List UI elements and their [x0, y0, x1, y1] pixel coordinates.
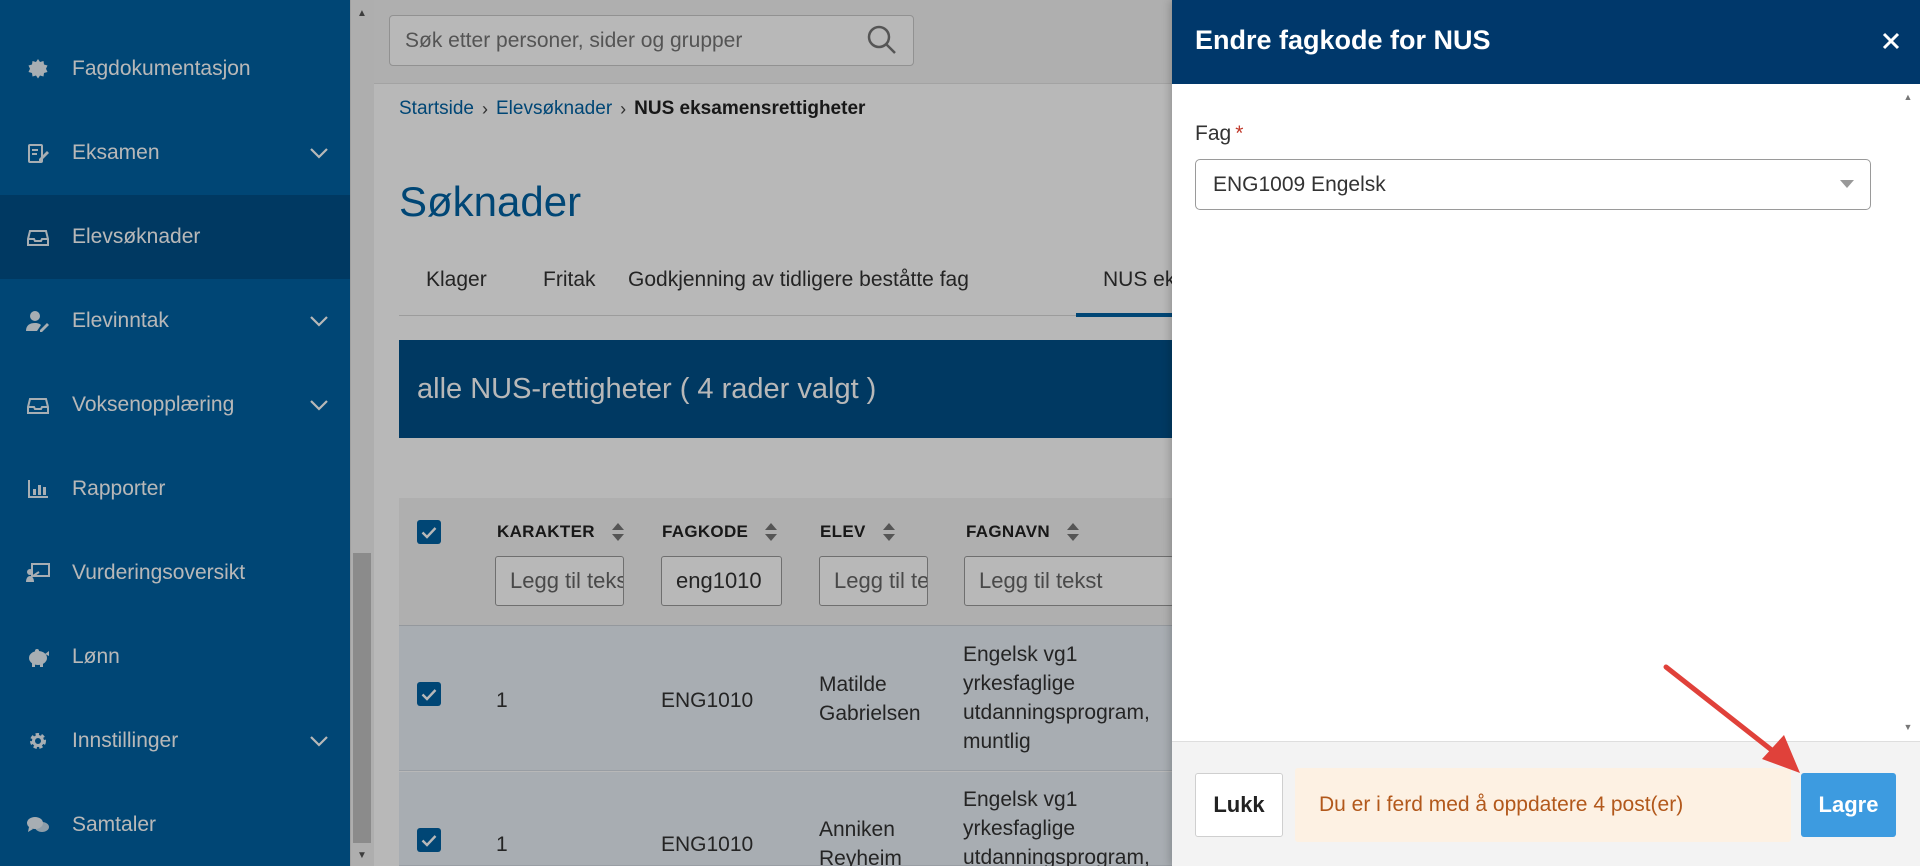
edit-subject-drawer: Endre fagkode for NUS Fag * ENG1009 Engel…: [1172, 0, 1920, 866]
drawer-header: Endre fagkode for NUS: [1172, 0, 1920, 84]
modal-backdrop[interactable]: [0, 0, 1172, 866]
subject-select-value: ENG1009 Engelsk: [1213, 173, 1386, 196]
field-label-text: Fag: [1195, 122, 1232, 145]
update-notice: Du er i ferd med å oppdatere 4 post(er): [1295, 768, 1791, 842]
field-label-fag: Fag *: [1195, 122, 1243, 146]
drawer-footer: Lukk Du er i ferd med å oppdatere 4 post…: [1172, 741, 1920, 866]
required-marker: *: [1235, 122, 1244, 145]
close-icon[interactable]: [1876, 26, 1906, 56]
drawer-title: Endre fagkode for NUS: [1195, 25, 1491, 55]
scroll-up-arrow-icon[interactable]: ▲: [1901, 90, 1915, 104]
caret-down-icon: [1840, 180, 1854, 188]
save-button[interactable]: Lagre: [1801, 773, 1896, 837]
drawer-scrollbar[interactable]: [1896, 84, 1920, 742]
scroll-down-arrow-icon[interactable]: ▼: [1901, 720, 1915, 734]
subject-select[interactable]: ENG1009 Engelsk: [1195, 159, 1871, 210]
close-button[interactable]: Lukk: [1195, 773, 1283, 837]
